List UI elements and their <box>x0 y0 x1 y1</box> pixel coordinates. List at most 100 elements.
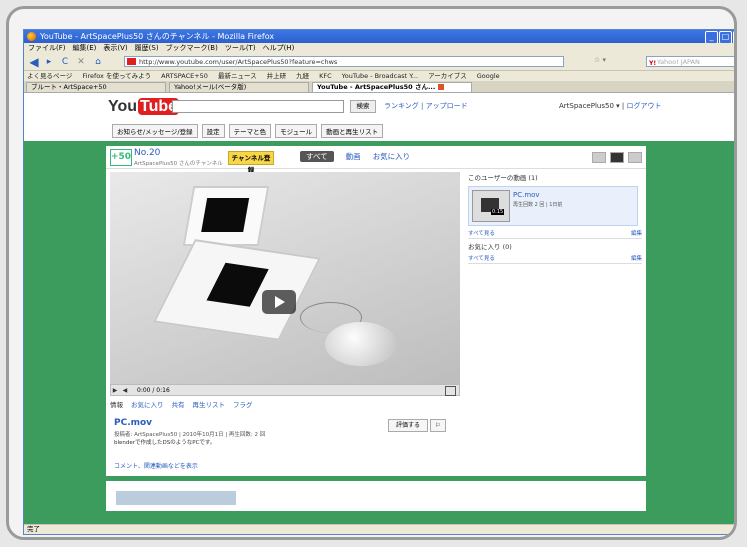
logout-link[interactable]: ログアウト <box>626 102 661 110</box>
subscribe-button[interactable]: チャンネル登録 <box>228 151 274 174</box>
window-title: YouTube - ArtSpacePlus50 さんのチャンネル - Mozi… <box>40 32 275 41</box>
nav-modules-button[interactable]: モジュール <box>275 124 318 138</box>
nav-settings-button[interactable]: 設定 <box>201 124 225 138</box>
video-player[interactable] <box>110 172 460 384</box>
view-toggle <box>592 152 642 163</box>
tab-all[interactable]: すべて <box>300 151 334 162</box>
tab-videos[interactable]: 動画 <box>346 151 361 162</box>
bookmark-item[interactable]: Google <box>477 71 500 81</box>
username[interactable]: ArtSpacePlus50 ▾ <box>559 102 620 110</box>
forward-icon[interactable]: ▸ <box>44 56 54 68</box>
tab-close-icon[interactable] <box>438 84 445 90</box>
vertical-scrollbar[interactable] <box>735 93 737 525</box>
browser-window: YouTube - ArtSpacePlus50 さんのチャンネル - Mozi… <box>23 29 737 535</box>
channel-background: +50 No.20 ArtSpacePlus50 さんのチャンネル チャンネル登… <box>24 141 734 525</box>
sidebar-video-title[interactable]: PC.mov <box>513 191 540 199</box>
menu-tools[interactable]: ツール(T) <box>225 43 256 54</box>
mouse-shape <box>325 322 397 366</box>
youtube-search-input[interactable] <box>172 100 344 113</box>
bookmark-item[interactable]: YouTube - Broadcast Y... <box>342 71 418 81</box>
bookmark-item[interactable]: 井上研 <box>267 71 287 81</box>
see-all-favorites-link[interactable]: すべて見る <box>468 254 495 262</box>
navigation-toolbar: ◀ ▸ C ✕ ⌂ http://www.youtube.com/user/Ar… <box>24 54 734 71</box>
view-list-icon[interactable] <box>592 152 606 163</box>
view-player-icon[interactable] <box>610 152 624 163</box>
menu-bookmarks[interactable]: ブックマーク(B) <box>166 43 218 54</box>
channel-edit-nav: お知らせ/メッセージ/登録 設定 テーマと色 モジュール 動画と再生リスト <box>112 124 384 138</box>
header-links[interactable]: ランキング | アップロード <box>384 101 468 111</box>
favorite-action[interactable]: お気に入り <box>131 399 164 409</box>
video-thumbnail[interactable] <box>472 190 510 222</box>
channel-sidebar: このユーザーの動画 (1) 0:15 PC.mov 再生回数 2 回 | 1日前… <box>468 172 642 264</box>
channel-panel: +50 No.20 ArtSpacePlus50 さんのチャンネル チャンネル登… <box>106 146 646 476</box>
menu-edit[interactable]: 編集(E) <box>73 43 97 54</box>
flag-button[interactable]: ⚐ <box>430 419 446 432</box>
status-bar: 完了 <box>24 524 734 534</box>
volume-icon[interactable]: ◀ <box>121 385 129 396</box>
page-content: You Tube 検索 ランキング | アップロード ArtSpacePlus50… <box>24 93 734 525</box>
info-tab[interactable]: 情報 <box>110 399 123 409</box>
rate-button[interactable]: 評価する <box>388 419 428 432</box>
time-display: 0:00 / 0:16 <box>137 387 170 394</box>
play-icon[interactable] <box>262 290 296 314</box>
youtube-search-button[interactable]: 検索 <box>350 100 376 113</box>
youtube-logo[interactable]: You Tube <box>108 98 180 116</box>
favorites-footer: すべて見る 編集 <box>468 254 642 264</box>
stop-icon[interactable]: ✕ <box>76 56 86 68</box>
device-bottom <box>153 239 321 341</box>
device-top-screen <box>182 186 270 246</box>
video-description: blenderで作成したDSのようなPCです。 <box>114 440 216 446</box>
edit-favorites-link[interactable]: 編集 <box>631 254 642 262</box>
bookmark-item[interactable]: ARTSPACE+50 <box>161 71 208 81</box>
bookmark-item[interactable]: KFC <box>319 71 332 81</box>
fullscreen-icon[interactable] <box>445 386 456 396</box>
menu-view[interactable]: 表示(V) <box>103 43 127 54</box>
tab-youtube[interactable]: YouTube - ArtSpacePlus50 さん... <box>312 82 472 92</box>
lower-panel <box>106 481 646 511</box>
nav-themes-button[interactable]: テーマと色 <box>228 124 272 138</box>
home-icon[interactable]: ⌂ <box>92 56 104 68</box>
menu-bar: ファイル(F) 編集(E) 表示(V) 履歴(S) ブックマーク(B) ツール(… <box>24 43 734 54</box>
back-icon[interactable]: ◀ <box>27 56 41 68</box>
site-favicon-icon <box>127 58 136 65</box>
see-all-uploads-link[interactable]: すべて見る <box>468 229 495 237</box>
bookmark-item[interactable]: 最新ニュース <box>218 71 257 81</box>
menu-history[interactable]: 履歴(S) <box>135 43 159 54</box>
bookmark-item[interactable]: アーカイブス <box>428 71 467 81</box>
tab-favorites[interactable]: お気に入り <box>373 151 411 162</box>
play-control-icon[interactable]: ▶ <box>111 385 119 396</box>
title-bar: YouTube - ArtSpacePlus50 さんのチャンネル - Mozi… <box>24 30 734 44</box>
address-bar[interactable]: http://www.youtube.com/user/ArtSpacePlus… <box>124 56 564 67</box>
channel-header: +50 No.20 ArtSpacePlus50 さんのチャンネル チャンネル登… <box>106 146 646 174</box>
bookmark-item[interactable]: Firefox を使ってみよう <box>82 71 151 81</box>
search-box[interactable]: Y! Yahoo! JAPAN <box>646 56 734 69</box>
view-grid-icon[interactable] <box>628 152 642 163</box>
video-meta: 投稿者: ArtSpacePlus50 | 2010年10月1日 | 再生回数:… <box>114 432 266 438</box>
bookmark-item[interactable]: 九経 <box>296 71 309 81</box>
player-controls: ▶ ◀ 0:00 / 0:16 <box>110 384 460 396</box>
url-text: http://www.youtube.com/user/ArtSpacePlus… <box>139 58 338 66</box>
tab-artspace[interactable]: ブルート・ArtSpace+50 <box>26 82 166 92</box>
channel-logo[interactable]: +50 <box>110 149 132 166</box>
nav-playlists-button[interactable]: 動画と再生リスト <box>321 124 384 138</box>
bookmark-item[interactable]: よく見るページ <box>27 71 72 81</box>
share-action[interactable]: 共有 <box>172 399 185 409</box>
sidebar-video-item[interactable]: 0:15 PC.mov 再生回数 2 回 | 1日前 <box>468 186 638 226</box>
search-engine-icon[interactable]: Y! <box>649 58 656 69</box>
favorites-header: お気に入り (0) <box>468 243 512 251</box>
video-title[interactable]: PC.mov <box>114 418 152 428</box>
rounded-frame: YouTube - ArtSpacePlus50 さんのチャンネル - Mozi… <box>6 6 737 540</box>
menu-file[interactable]: ファイル(F) <box>28 43 66 54</box>
search-placeholder: Yahoo! JAPAN <box>657 58 700 66</box>
bookmarks-toolbar: よく見るページ Firefox を使ってみよう ARTSPACE+50 最新ニュ… <box>24 71 734 81</box>
menu-help[interactable]: ヘルプ(H) <box>263 43 295 54</box>
nav-messages-button[interactable]: お知らせ/メッセージ/登録 <box>112 124 198 138</box>
channel-name[interactable]: No.20 <box>134 148 160 158</box>
bookmark-star-icon[interactable]: ☆ ▾ <box>594 56 654 67</box>
show-more-link[interactable]: コメント、関連動画などを表示 <box>114 461 198 470</box>
edit-uploads-link[interactable]: 編集 <box>631 229 642 237</box>
playlist-action[interactable]: 再生リスト <box>193 399 226 409</box>
reload-icon[interactable]: C <box>60 56 70 68</box>
flag-action[interactable]: フラグ <box>233 399 253 409</box>
tab-yahoo-mail[interactable]: Yahoo!メール(ベータ版) <box>169 82 309 92</box>
